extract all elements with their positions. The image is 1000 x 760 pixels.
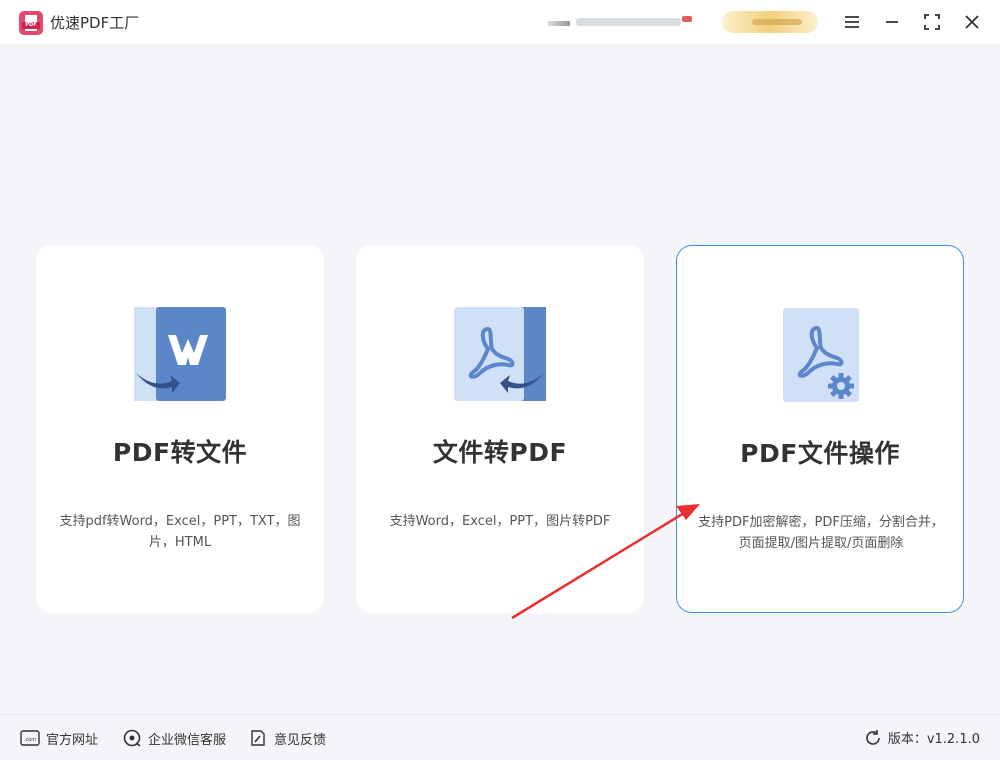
- notification-badge: [682, 16, 692, 22]
- title-bar: PDF 优速PDF工厂: [0, 0, 1000, 44]
- website-link[interactable]: .com 官方网址: [20, 728, 98, 748]
- wechat-service-icon: [122, 729, 142, 747]
- wechat-service-label: 企业微信客服: [148, 732, 227, 748]
- website-label: 官方网址: [46, 732, 99, 748]
- refresh-icon: [864, 729, 882, 747]
- wechat-service-link[interactable]: 企业微信客服: [122, 728, 226, 748]
- pdf-operations-icon: [773, 308, 869, 404]
- app-title: 优速PDF工厂: [50, 14, 140, 32]
- pdf-to-word-icon: [132, 307, 228, 403]
- version-info[interactable]: 版本：v1.2.1.0: [864, 728, 980, 747]
- website-icon: .com: [20, 729, 40, 747]
- footer-bar: .com 官方网址 企业微信客服 意见反馈 版本：v1.2.1.0: [0, 714, 1000, 760]
- card-pdf-operations[interactable]: PDF文件操作 支持PDF加密解密，PDF压缩，分割合并，页面提取/图片提取/页…: [676, 245, 964, 613]
- menu-icon[interactable]: [840, 10, 864, 34]
- card-description: 支持pdf转Word，Excel，PPT，TXT，图片，HTML: [59, 514, 301, 550]
- feedback-icon: [248, 729, 268, 747]
- svg-text:.com: .com: [24, 737, 36, 743]
- version-label: 版本：v1.2.1.0: [887, 732, 980, 747]
- card-description: 支持Word，Excel，PPT，图片转PDF: [389, 514, 611, 529]
- card-file-to-pdf[interactable]: 文件转PDF 支持Word，Excel，PPT，图片转PDF: [356, 245, 644, 613]
- card-description: 支持PDF加密解密，PDF压缩，分割合并，页面提取/图片提取/页面删除: [698, 515, 944, 551]
- user-account[interactable]: [548, 11, 696, 31]
- maximize-icon[interactable]: [920, 10, 944, 34]
- minimize-icon[interactable]: [880, 10, 904, 34]
- logo-text: PDF: [22, 22, 40, 29]
- vip-button[interactable]: [722, 11, 818, 33]
- card-title: PDF文件操作: [740, 439, 900, 468]
- close-icon[interactable]: [960, 10, 984, 34]
- card-title: 文件转PDF: [432, 438, 568, 467]
- card-title: PDF转文件: [112, 438, 248, 467]
- feedback-label: 意见反馈: [274, 732, 327, 748]
- feedback-link[interactable]: 意见反馈: [248, 728, 326, 748]
- app-logo-icon: PDF: [19, 11, 43, 35]
- file-to-pdf-icon: [452, 307, 548, 403]
- card-pdf-to-file[interactable]: PDF转文件 支持pdf转Word，Excel，PPT，TXT，图片，HTML: [36, 245, 324, 613]
